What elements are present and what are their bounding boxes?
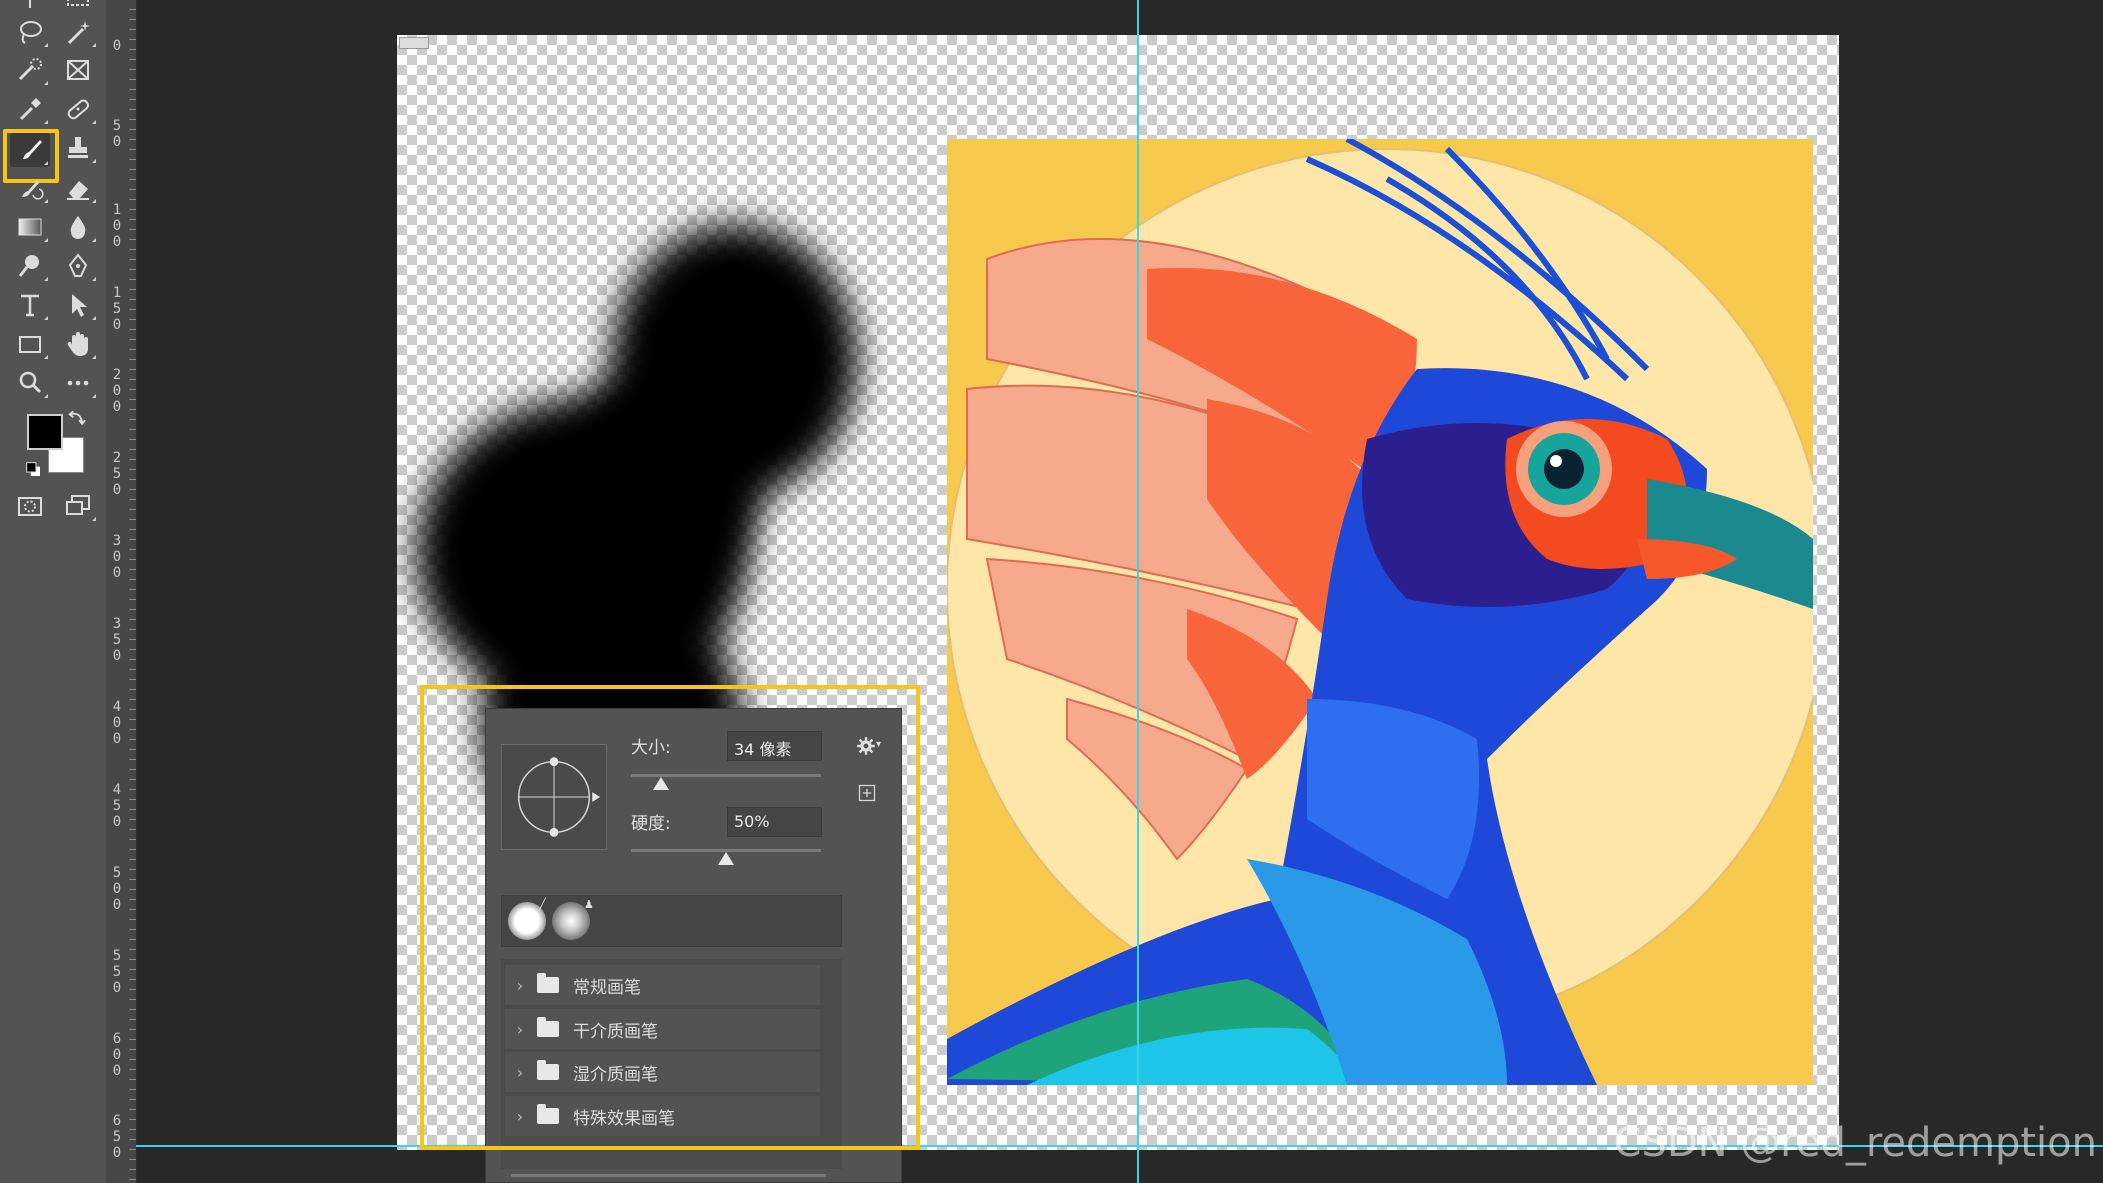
ruler-label: 350 <box>112 616 122 664</box>
vertical-ruler: 0 50 100 150 200 250 300 350 400 450 500… <box>106 0 137 1183</box>
history-brush-icon[interactable] <box>10 171 50 205</box>
bandage-icon[interactable] <box>58 92 98 126</box>
watermark: CSDN @red_redemption <box>1613 1120 2097 1166</box>
eyedropper-icon[interactable] <box>10 92 50 126</box>
ruler-label: 450 <box>112 782 122 830</box>
gradient-icon[interactable] <box>10 210 50 244</box>
ruler-label: 50 <box>112 118 122 150</box>
lasso-icon[interactable] <box>10 15 50 49</box>
ruler-label: 550 <box>112 948 122 996</box>
bird-artwork <box>947 139 1813 1085</box>
screen-mode-icon[interactable] <box>58 489 98 523</box>
swap-colors-icon[interactable] <box>66 408 88 428</box>
quick-mask-icon[interactable] <box>10 489 50 523</box>
eraser-icon[interactable] <box>58 171 98 205</box>
brush-stroke <box>562 365 762 585</box>
ruler-label: 300 <box>112 533 122 581</box>
default-colors-icon[interactable] <box>24 460 44 480</box>
foreground-color-swatch[interactable] <box>27 414 63 450</box>
vertical-guide[interactable] <box>1137 0 1139 1183</box>
ruler-label: 250 <box>112 450 122 498</box>
rectangle-icon[interactable] <box>10 327 50 361</box>
arrow-icon[interactable] <box>58 288 98 322</box>
move-icon[interactable] <box>10 0 50 14</box>
type-icon[interactable] <box>10 288 50 322</box>
ruler-label: 200 <box>112 367 122 415</box>
magic-wand-icon[interactable] <box>58 15 98 49</box>
pen-icon[interactable] <box>58 249 98 283</box>
dodge-icon[interactable] <box>10 249 50 283</box>
ruler-label: 600 <box>112 1031 122 1079</box>
quick-selection-icon[interactable] <box>10 53 50 87</box>
drop-icon[interactable] <box>58 210 98 244</box>
frame-icon[interactable] <box>58 53 98 87</box>
ruler-label: 100 <box>112 202 122 250</box>
document-marker <box>399 37 429 49</box>
zoom-icon[interactable] <box>10 366 50 400</box>
ruler-label: 500 <box>112 865 122 913</box>
ruler-label: 150 <box>112 285 122 333</box>
marquee-icon[interactable] <box>58 0 98 14</box>
bird-illustration <box>947 139 1813 1085</box>
tools-panel <box>0 0 107 1183</box>
ruler-label: 0 <box>112 38 122 54</box>
stamp-icon[interactable] <box>58 131 98 165</box>
ruler-label: 650 <box>112 1113 122 1161</box>
more-icon[interactable] <box>58 366 98 400</box>
brush-panel-highlight <box>420 685 920 1150</box>
preview-size-slider[interactable] <box>511 1174 826 1177</box>
hand-icon[interactable] <box>58 327 98 361</box>
ruler-label: 400 <box>112 699 122 747</box>
